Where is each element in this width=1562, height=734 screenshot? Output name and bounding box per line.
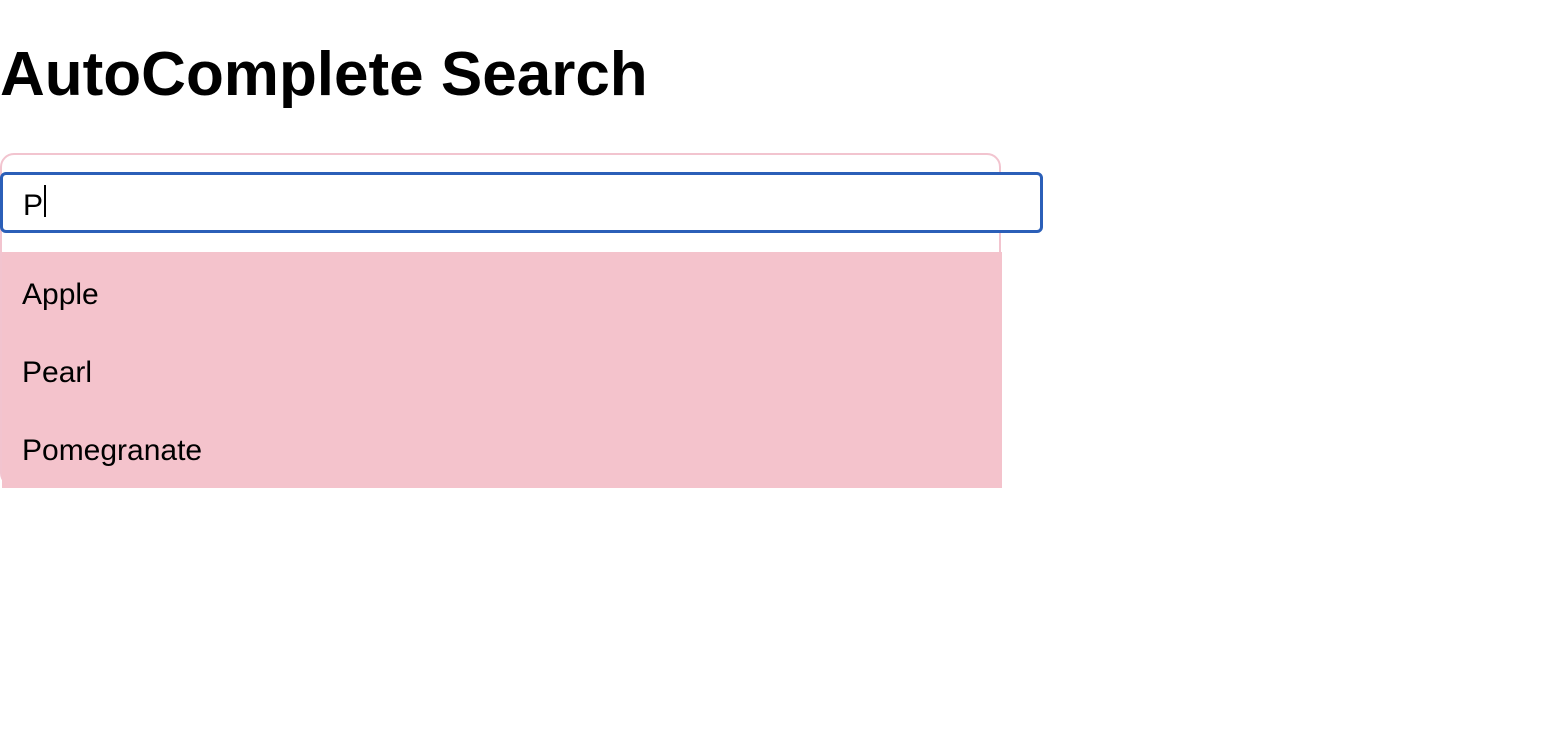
suggestion-item-pearl[interactable]: Pearl	[2, 334, 1002, 412]
search-input-value: P	[23, 188, 44, 222]
suggestion-item-apple[interactable]: Apple	[2, 252, 1002, 334]
suggestions-list: Apple Pearl Pomegranate	[2, 252, 1002, 488]
text-caret	[44, 184, 47, 217]
search-input[interactable]: P	[0, 172, 1043, 233]
suggestion-item-pomegranate[interactable]: Pomegranate	[2, 412, 1002, 490]
page-title: AutoComplete Search	[0, 40, 648, 109]
